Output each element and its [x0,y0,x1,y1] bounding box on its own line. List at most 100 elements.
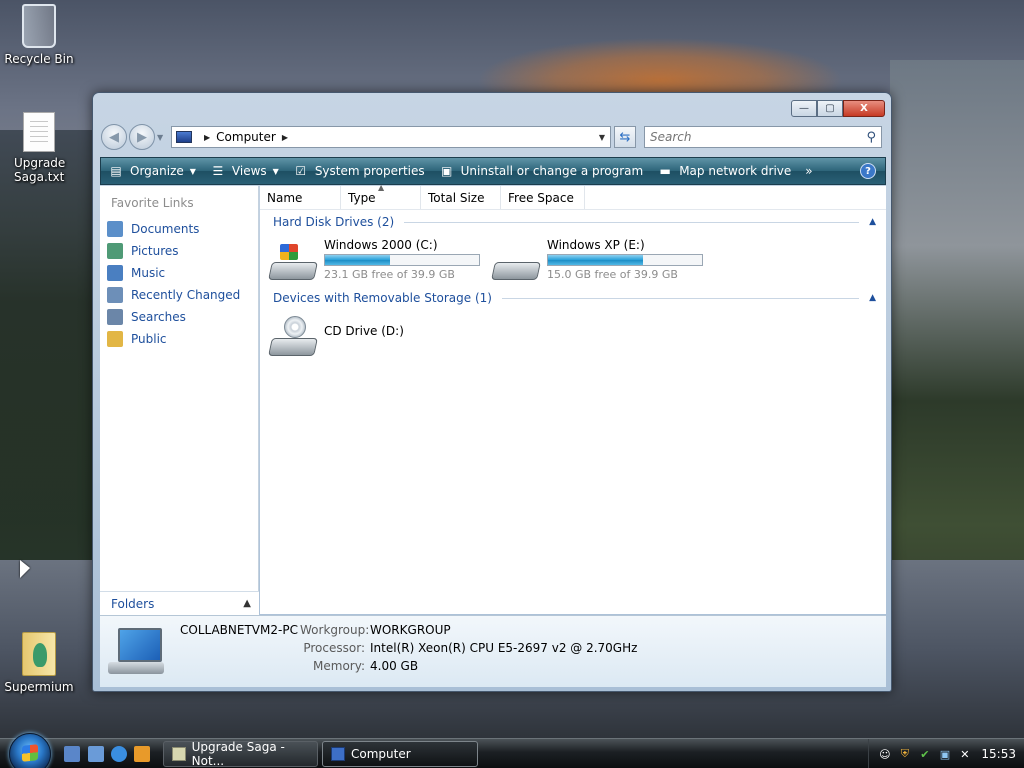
computer-name: COLLABNETVM2-PC [180,623,298,637]
internet-explorer-icon[interactable] [111,746,127,762]
recent-pages-dropdown[interactable]: ▼ [157,133,167,142]
chevron-up-icon: ▲ [243,598,251,609]
organize-icon: ▤ [110,164,122,178]
back-button[interactable]: ◀ [101,124,127,150]
maximize-button[interactable]: ▢ [817,100,843,117]
computer-icon [331,747,345,761]
explorer-window: — ▢ X ◀ ▶ ▼ ▶ Computer ▶ ▼ ⇆ ⚲ ▤ Organiz… [92,92,892,692]
breadcrumb-arrow-icon[interactable]: ▶ [282,133,288,142]
column-header-free-space[interactable]: Free Space [501,186,585,209]
collapse-icon[interactable]: ▲ [869,217,876,227]
address-dropdown-icon[interactable]: ▼ [594,133,610,142]
sidebar-item-label: Documents [131,222,200,236]
folders-toggle[interactable]: Folders ▲ [100,591,259,615]
column-header-type[interactable]: ▲ Type [341,183,421,209]
map-network-drive-button[interactable]: ▬ Map network drive [650,158,798,184]
drive-e[interactable]: Windows XP (E:) 15.0 GB free of 39.9 GB [491,238,716,288]
search-input[interactable] [650,130,850,144]
group-divider [501,297,860,299]
help-icon[interactable]: ? [860,163,876,179]
security-shield-icon[interactable]: ⛨ [897,747,912,762]
sidebar-item-label: Pictures [131,244,179,258]
drive-label: Windows 2000 (C:) [324,238,438,252]
taskbar-button-notepad[interactable]: Upgrade Saga - Not... [163,740,318,768]
system-properties-icon: ☑ [295,164,307,178]
views-label: Views [231,164,267,178]
update-icon[interactable]: ✔ [917,747,932,762]
searches-icon [107,309,123,325]
sidebar-item-pictures[interactable]: Pictures [100,240,258,262]
search-icon[interactable]: ⚲ [866,130,876,145]
volume-muted-icon[interactable]: ✕ [957,747,972,762]
sidebar-item-label: Searches [131,310,186,324]
organize-button[interactable]: ▤ Organize ▼ [101,158,203,184]
sidebar-item-searches[interactable]: Searches [100,306,258,328]
chevron-down-icon: ▼ [189,166,196,176]
recent-icon [107,287,123,303]
media-player-icon[interactable] [134,746,150,762]
column-header-name[interactable]: Name [260,186,341,209]
computer-icon [176,131,192,143]
hard-disk-row: Windows 2000 (C:) 23.1 GB free of 39.9 G… [260,232,886,288]
start-button[interactable] [9,733,51,768]
group-title: Hard Disk Drives (2) [273,215,395,229]
sidebar-item-label: Public [131,332,167,346]
navigation-pane: Favorite Links Documents Pictures Music … [100,186,259,614]
collapse-icon[interactable]: ▲ [869,293,876,303]
music-icon [107,265,123,281]
system-properties-button[interactable]: ☑ System properties [286,158,432,184]
uninstall-program-button[interactable]: ▣ Uninstall or change a program [432,158,651,184]
user-icon[interactable]: ☺ [877,747,892,762]
folders-label: Folders [111,596,155,611]
workgroup-value: WORKGROUP [370,623,451,637]
workgroup-label: Workgroup: [300,623,370,637]
views-button[interactable]: ☰ Views ▼ [203,158,286,184]
drive-free-space: 15.0 GB free of 39.9 GB [547,268,678,281]
close-button[interactable]: X [843,100,885,117]
desktop-icon-supermium[interactable]: Supermium [1,632,77,694]
taskbar: Upgrade Saga - Not... Computer ☺ ⛨ ✔ ▣ ✕… [0,733,1024,768]
sidebar-item-public[interactable]: Public [100,328,258,350]
folder-icon [22,632,56,676]
network-drive-icon: ▬ [659,164,671,178]
address-bar[interactable]: ▶ Computer ▶ ▼ [171,126,611,148]
sidebar-item-label: Recently Changed [131,288,241,302]
taskbar-button-computer[interactable]: Computer [322,741,478,767]
hard-drive-icon [491,244,541,280]
pictures-icon [107,243,123,259]
breadcrumb-computer[interactable]: Computer [216,130,276,144]
refresh-button[interactable]: ⇆ [614,126,636,148]
forward-button[interactable]: ▶ [129,124,155,150]
command-bar: ▤ Organize ▼ ☰ Views ▼ ☑ System properti… [100,157,886,185]
column-header-total-size[interactable]: Total Size [421,186,501,209]
removable-row: CD Drive (D:) [260,308,886,364]
sidebar-item-recently-changed[interactable]: Recently Changed [100,284,258,306]
desktop-wallpaper-left [0,130,92,560]
notepad-icon [172,747,186,761]
network-icon[interactable]: ▣ [937,747,952,762]
drive-d[interactable]: CD Drive (D:) [268,314,493,364]
sidebar-item-documents[interactable]: Documents [100,218,258,240]
drive-usage-meter [324,254,480,266]
more-commands-button[interactable]: » [798,158,819,184]
drive-c[interactable]: Windows 2000 (C:) 23.1 GB free of 39.9 G… [268,238,493,288]
show-desktop-icon[interactable] [64,746,80,762]
map-drive-label: Map network drive [679,164,792,178]
group-header-removable[interactable]: Devices with Removable Storage (1) ▲ [260,288,886,308]
drive-free-space: 23.1 GB free of 39.9 GB [324,268,455,281]
sort-ascending-icon: ▲ [378,183,385,192]
processor-value: Intel(R) Xeon(R) CPU E5-2697 v2 @ 2.70GH… [370,641,638,655]
search-box[interactable]: ⚲ [644,126,882,148]
documents-icon [107,221,123,237]
sidebar-item-music[interactable]: Music [100,262,258,284]
desktop-icon-upgrade-saga[interactable]: Upgrade Saga.txt [1,112,77,184]
breadcrumb-arrow-icon[interactable]: ▶ [204,133,210,142]
address-row: ◀ ▶ ▼ ▶ Computer ▶ ▼ ⇆ ⚲ [101,124,885,150]
minimize-button[interactable]: — [791,100,817,117]
drive-usage-fill [325,255,390,265]
switch-windows-icon[interactable] [88,746,104,762]
sidebar-item-label: Music [131,266,166,280]
desktop-icon-recycle-bin[interactable]: Recycle Bin [1,4,77,66]
group-header-hard-disks[interactable]: Hard Disk Drives (2) ▲ [260,212,886,232]
clock[interactable]: 15:53 [981,747,1016,761]
